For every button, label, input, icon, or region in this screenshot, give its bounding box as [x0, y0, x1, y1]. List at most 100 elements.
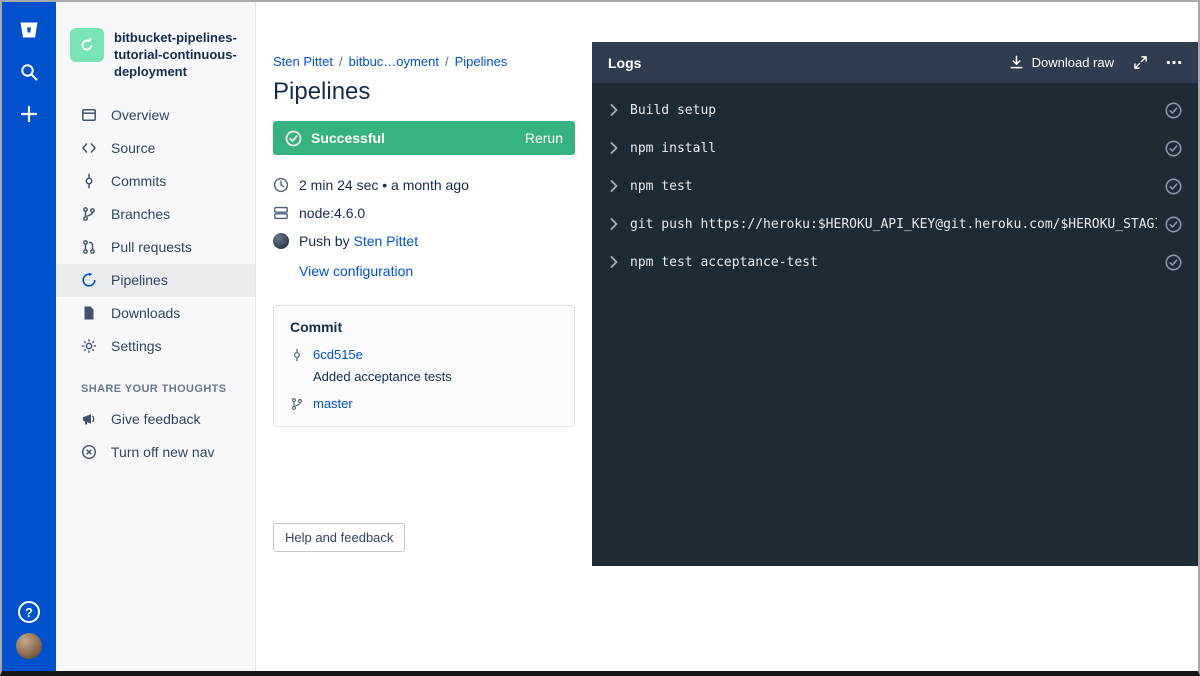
push-author-row: Push by Sten Pittet — [273, 227, 575, 255]
sidebar-item-label: Branches — [111, 206, 170, 222]
settings-icon — [81, 338, 97, 354]
sidebar-item-source[interactable]: Source — [56, 132, 255, 165]
global-sidebar: ? — [2, 2, 56, 671]
logs-panel: Logs Download raw Build setup — [592, 42, 1198, 566]
breadcrumb-separator: / — [439, 54, 455, 69]
log-step-npm-test[interactable]: npm test — [592, 167, 1198, 205]
sidebar-item-label: Give feedback — [111, 411, 201, 427]
sidebar-item-label: Downloads — [111, 305, 180, 321]
repo-avatar[interactable] — [70, 28, 104, 62]
log-step-label: npm install — [630, 141, 1157, 156]
user-avatar[interactable] — [16, 633, 42, 659]
clock-icon — [273, 177, 289, 193]
build-image-text: node:4.6.0 — [299, 205, 365, 221]
repo-sidebar: bitbucket-pipelines-tutorial-continuous-… — [56, 2, 256, 671]
success-check-icon — [285, 130, 302, 147]
bitbucket-logo[interactable] — [15, 16, 43, 44]
duration-row: 2 min 24 sec • a month ago — [273, 171, 575, 199]
breadcrumb-separator: / — [333, 54, 349, 69]
breadcrumb-pipelines-link[interactable]: Pipelines — [455, 54, 508, 69]
breadcrumb: Sten Pittet/bitbuc…oyment/Pipelines — [273, 54, 575, 69]
app-window: ? bitbucket-pipelines-tutorial-continuou… — [0, 0, 1200, 676]
search-icon[interactable] — [15, 58, 43, 86]
sidebar-item-turn-off-new-nav[interactable]: Turn off new nav — [56, 436, 255, 469]
status-banner: Successful Rerun — [273, 121, 575, 155]
downloads-icon — [81, 305, 97, 321]
sidebar-item-give-feedback[interactable]: Give feedback — [56, 403, 255, 436]
sidebar-item-label: Pipelines — [111, 272, 168, 288]
build-image-icon — [273, 205, 289, 221]
pull-requests-icon — [81, 239, 97, 255]
source-icon — [81, 140, 97, 156]
sidebar-item-label: Turn off new nav — [111, 444, 215, 460]
main-content: Sten Pittet/bitbuc…oyment/Pipelines Pipe… — [256, 2, 1198, 671]
sidebar-item-settings[interactable]: Settings — [56, 330, 255, 363]
duration-text: 2 min 24 sec • a month ago — [299, 177, 469, 193]
sidebar-item-label: Source — [111, 140, 155, 156]
log-step-label: npm test — [630, 179, 1157, 194]
plus-icon[interactable] — [15, 100, 43, 128]
sidebar-item-pipelines[interactable]: Pipelines — [56, 264, 255, 297]
sidebar-section-header: SHARE YOUR THOUGHTS — [56, 363, 255, 403]
commit-icon — [290, 348, 304, 362]
step-success-icon — [1165, 254, 1182, 271]
chevron-right-icon — [610, 256, 619, 268]
status-label: Successful — [311, 130, 385, 146]
push-author-link[interactable]: Sten Pittet — [353, 233, 418, 249]
log-steps: Build setup npm install npm test git pus… — [592, 83, 1198, 281]
commit-card-header: Commit — [290, 319, 558, 335]
commit-branch-row: master — [290, 396, 558, 411]
turn-off-icon — [81, 444, 97, 460]
build-meta: 2 min 24 sec • a month ago node:4.6.0 Pu… — [273, 171, 575, 283]
sidebar-item-label: Overview — [111, 107, 169, 123]
step-success-icon — [1165, 216, 1182, 233]
log-step-npm-install[interactable]: npm install — [592, 129, 1198, 167]
log-step-label: git push https://heroku:$HEROKU_API_KEY@… — [630, 217, 1157, 232]
commit-card: Commit 6cd515e Added acceptance tests ma… — [273, 305, 575, 427]
step-success-icon — [1165, 178, 1182, 195]
download-raw-label: Download raw — [1032, 55, 1114, 70]
sidebar-item-label: Commits — [111, 173, 166, 189]
log-step-acceptance-test[interactable]: npm test acceptance-test — [592, 243, 1198, 281]
help-and-feedback-button[interactable]: Help and feedback — [273, 523, 405, 552]
sidebar-item-label: Pull requests — [111, 239, 192, 255]
log-step-git-push[interactable]: git push https://heroku:$HEROKU_API_KEY@… — [592, 205, 1198, 243]
overview-icon — [81, 107, 97, 123]
log-step-label: npm test acceptance-test — [630, 255, 1157, 270]
breadcrumb-repo-link[interactable]: bitbuc…oyment — [349, 54, 439, 69]
more-options-icon[interactable] — [1166, 55, 1182, 71]
step-success-icon — [1165, 102, 1182, 119]
sidebar-item-pull-requests[interactable]: Pull requests — [56, 231, 255, 264]
chevron-right-icon — [610, 104, 619, 116]
sidebar-item-overview[interactable]: Overview — [56, 99, 255, 132]
repo-name: bitbucket-pipelines-tutorial-continuous-… — [114, 28, 241, 81]
branch-link[interactable]: master — [313, 396, 353, 411]
log-step-build-setup[interactable]: Build setup — [592, 91, 1198, 129]
commits-icon — [81, 173, 97, 189]
sidebar-item-label: Settings — [111, 338, 162, 354]
commit-hash-link[interactable]: 6cd515e — [313, 347, 363, 362]
commit-message: Added acceptance tests — [313, 369, 558, 384]
step-success-icon — [1165, 140, 1182, 157]
branch-icon — [290, 397, 304, 411]
push-text: Push by Sten Pittet — [299, 233, 418, 249]
download-raw-button[interactable]: Download raw — [1009, 55, 1114, 71]
help-icon[interactable]: ? — [18, 601, 40, 623]
logs-header: Logs Download raw — [592, 42, 1198, 83]
chevron-right-icon — [610, 218, 619, 230]
chevron-right-icon — [610, 142, 619, 154]
page-title: Pipelines — [273, 78, 575, 106]
sidebar-item-branches[interactable]: Branches — [56, 198, 255, 231]
sidebar-item-downloads[interactable]: Downloads — [56, 297, 255, 330]
author-avatar — [273, 233, 289, 249]
rerun-button[interactable]: Rerun — [525, 130, 563, 146]
logs-title: Logs — [608, 55, 641, 71]
log-step-label: Build setup — [630, 103, 1157, 118]
view-configuration-link[interactable]: View configuration — [299, 263, 413, 279]
megaphone-icon — [81, 411, 97, 427]
expand-icon[interactable] — [1132, 55, 1148, 71]
sidebar-item-commits[interactable]: Commits — [56, 165, 255, 198]
pipelines-icon — [81, 272, 97, 288]
branches-icon — [81, 206, 97, 222]
breadcrumb-owner-link[interactable]: Sten Pittet — [273, 54, 333, 69]
